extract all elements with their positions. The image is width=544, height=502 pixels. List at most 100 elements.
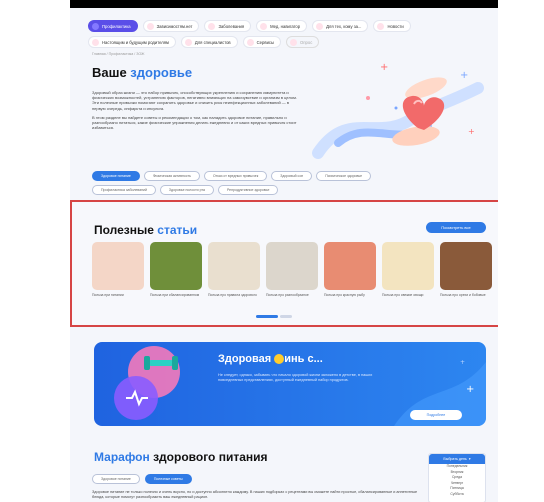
left-margin	[0, 0, 70, 502]
article-caption[interactable]: Польза про разнообразное	[266, 293, 318, 297]
svg-text:+: +	[468, 127, 475, 136]
page: Профилактика Зависимостям.нет Заболевания М…	[70, 8, 498, 502]
nav-item-label: Настоящим и будущим родителям	[102, 39, 169, 45]
marathon-text: Здоровое питание не только полезно и оче…	[92, 490, 418, 499]
topic-tag[interactable]: Здоровье полости рта	[159, 185, 214, 195]
banner-title: Здоровая инь с...	[218, 353, 323, 365]
nav-item[interactable]: Новости	[373, 20, 411, 32]
article-image[interactable]	[324, 242, 376, 290]
marathon-tag[interactable]: Здоровое питание	[92, 474, 140, 484]
articles-title-main: Полезные	[94, 223, 158, 237]
nav-item[interactable]: Сервисы	[242, 36, 282, 48]
intro-paragraph: В этом разделе вы найдете советы и реком…	[92, 114, 297, 131]
article-caption[interactable]: Польза про красную рыбу	[324, 293, 376, 297]
nav-item-icon	[260, 22, 268, 30]
svg-text:+: +	[466, 384, 474, 395]
banner-title-end: инь с...	[284, 353, 323, 365]
topic-tag[interactable]: Репродуктивное здоровье	[217, 185, 279, 195]
articles-title: Полезные статьи	[94, 223, 197, 237]
day-option[interactable]: Суббота	[429, 492, 485, 498]
page-title-accent: здоровье	[130, 65, 193, 80]
view-all-articles-button[interactable]: Посмотреть все	[426, 222, 486, 233]
article-image[interactable]	[382, 242, 434, 290]
article-card[interactable]: Польза про разнообразное	[266, 242, 318, 312]
day-select-dropdown[interactable]: Выбрать день ▾ Понедельник Вторник Среда Че…	[428, 453, 486, 502]
marathon-title-accent: Марафон	[94, 450, 150, 464]
nav-item-label: Новости	[387, 23, 404, 29]
article-image[interactable]	[92, 242, 144, 290]
nav-item-label: Заболевания	[218, 23, 245, 29]
banner-more-button[interactable]: Подробнее	[410, 410, 462, 420]
nav-item-label: Для тех, кому за...	[326, 23, 362, 29]
banner-title-start: Здоровая	[218, 353, 275, 365]
article-card[interactable]: Польза при сбалансированном	[150, 242, 202, 312]
banner-text: Не следует, однако, забывать что начало …	[218, 373, 373, 382]
svg-text:+: +	[380, 62, 388, 73]
article-card[interactable]: Польза про красную рыбу	[324, 242, 376, 312]
nav-item-label: Сервисы	[256, 39, 275, 45]
nav-item[interactable]: Для специалистов	[180, 36, 238, 48]
top-navigation: Профилактика Зависимостям.нет Заболевания М…	[88, 20, 488, 48]
heart-hands-illustration: + + +	[312, 62, 484, 159]
carousel-indicator[interactable]	[280, 315, 292, 318]
carousel-indicator-active[interactable]	[256, 315, 278, 318]
marathon-tags: Здоровое питание Полезные советы	[92, 474, 192, 484]
topic-tags: Здоровое питание Физическая активность Отк…	[92, 171, 422, 195]
chevron-down-icon: ▾	[468, 457, 471, 461]
window-top-bar	[255, 0, 315, 8]
svg-text:+: +	[460, 70, 468, 81]
article-caption[interactable]: Польза при сбалансированном	[150, 293, 202, 297]
topic-tag[interactable]: Здоровый сон	[271, 171, 313, 181]
nav-item-icon	[316, 22, 324, 30]
topic-tag[interactable]: Здоровое питание	[92, 171, 140, 181]
marathon-tag[interactable]: Полезные советы	[144, 474, 192, 484]
nav-item-icon	[184, 38, 192, 46]
article-caption[interactable]: Польза про орехи и бобовые	[440, 293, 492, 297]
right-margin	[498, 0, 544, 502]
nav-item-icon	[290, 38, 298, 46]
nav-item-label: Зависимостям.нет	[156, 23, 193, 29]
nav-item[interactable]: Мед. навигатор	[256, 20, 308, 32]
topic-tag[interactable]: Отказ от вредных привычек	[204, 171, 268, 181]
day-select-value: Выбрать день	[443, 457, 467, 461]
nav-item-icon	[246, 38, 254, 46]
nav-item-icon	[377, 22, 385, 30]
nav-item[interactable]: Настоящим и будущим родителям	[88, 36, 176, 48]
article-caption[interactable]: Польза про правила здорового	[208, 293, 260, 297]
nav-item[interactable]: Для тех, кому за...	[312, 20, 369, 32]
nav-item-label: Для специалистов	[194, 39, 231, 45]
nav-item-label: Опрос	[300, 39, 313, 45]
article-caption[interactable]: Польза при питании	[92, 293, 144, 297]
topic-tag[interactable]: Профилактика заболеваний	[92, 185, 156, 195]
article-image[interactable]	[150, 242, 202, 290]
nav-item[interactable]: Опрос	[286, 36, 320, 48]
nav-item-label: Профилактика	[102, 23, 131, 29]
article-caption[interactable]: Польза про свежие овощи	[382, 293, 434, 297]
svg-text:+: +	[460, 359, 465, 366]
article-card[interactable]: Польза при питании	[92, 242, 144, 312]
topic-tag[interactable]: Физическая активность	[143, 171, 200, 181]
intro-text: Здоровый образ жизни — это набор привыче…	[92, 90, 302, 134]
article-card[interactable]: Польза про свежие овощи	[382, 242, 434, 312]
article-carousel: Польза при питании Польза при сбалансиров…	[92, 242, 492, 312]
nav-item[interactable]: Зависимостям.нет	[142, 20, 200, 32]
article-card[interactable]: Польза про правила здорового	[208, 242, 260, 312]
sun-icon	[274, 354, 285, 365]
page-title-main: Ваше	[92, 65, 131, 80]
marathon-title: Марафон здорового питания	[94, 450, 268, 464]
nav-item-icon	[92, 22, 99, 30]
article-image[interactable]	[266, 242, 318, 290]
nav-item[interactable]: Профилактика	[88, 20, 138, 32]
nav-item-icon	[208, 22, 216, 30]
nav-item-label: Мед. навигатор	[270, 23, 301, 29]
articles-title-accent: статьи	[157, 223, 198, 237]
day-select-options: Понедельник Вторник Среда Четверг Пятница Суб…	[429, 464, 485, 498]
nav-item-icon	[92, 38, 99, 46]
topic-tag[interactable]: Психическое здоровье	[316, 171, 372, 181]
day-select-head[interactable]: Выбрать день ▾	[429, 454, 485, 464]
nav-item[interactable]: Заболевания	[204, 20, 252, 32]
article-image[interactable]	[208, 242, 260, 290]
article-image[interactable]	[440, 242, 492, 290]
breadcrumb[interactable]: Главная / Профилактика / ЗОЖ	[92, 52, 144, 56]
article-card[interactable]: Польза про орехи и бобовые	[440, 242, 492, 312]
